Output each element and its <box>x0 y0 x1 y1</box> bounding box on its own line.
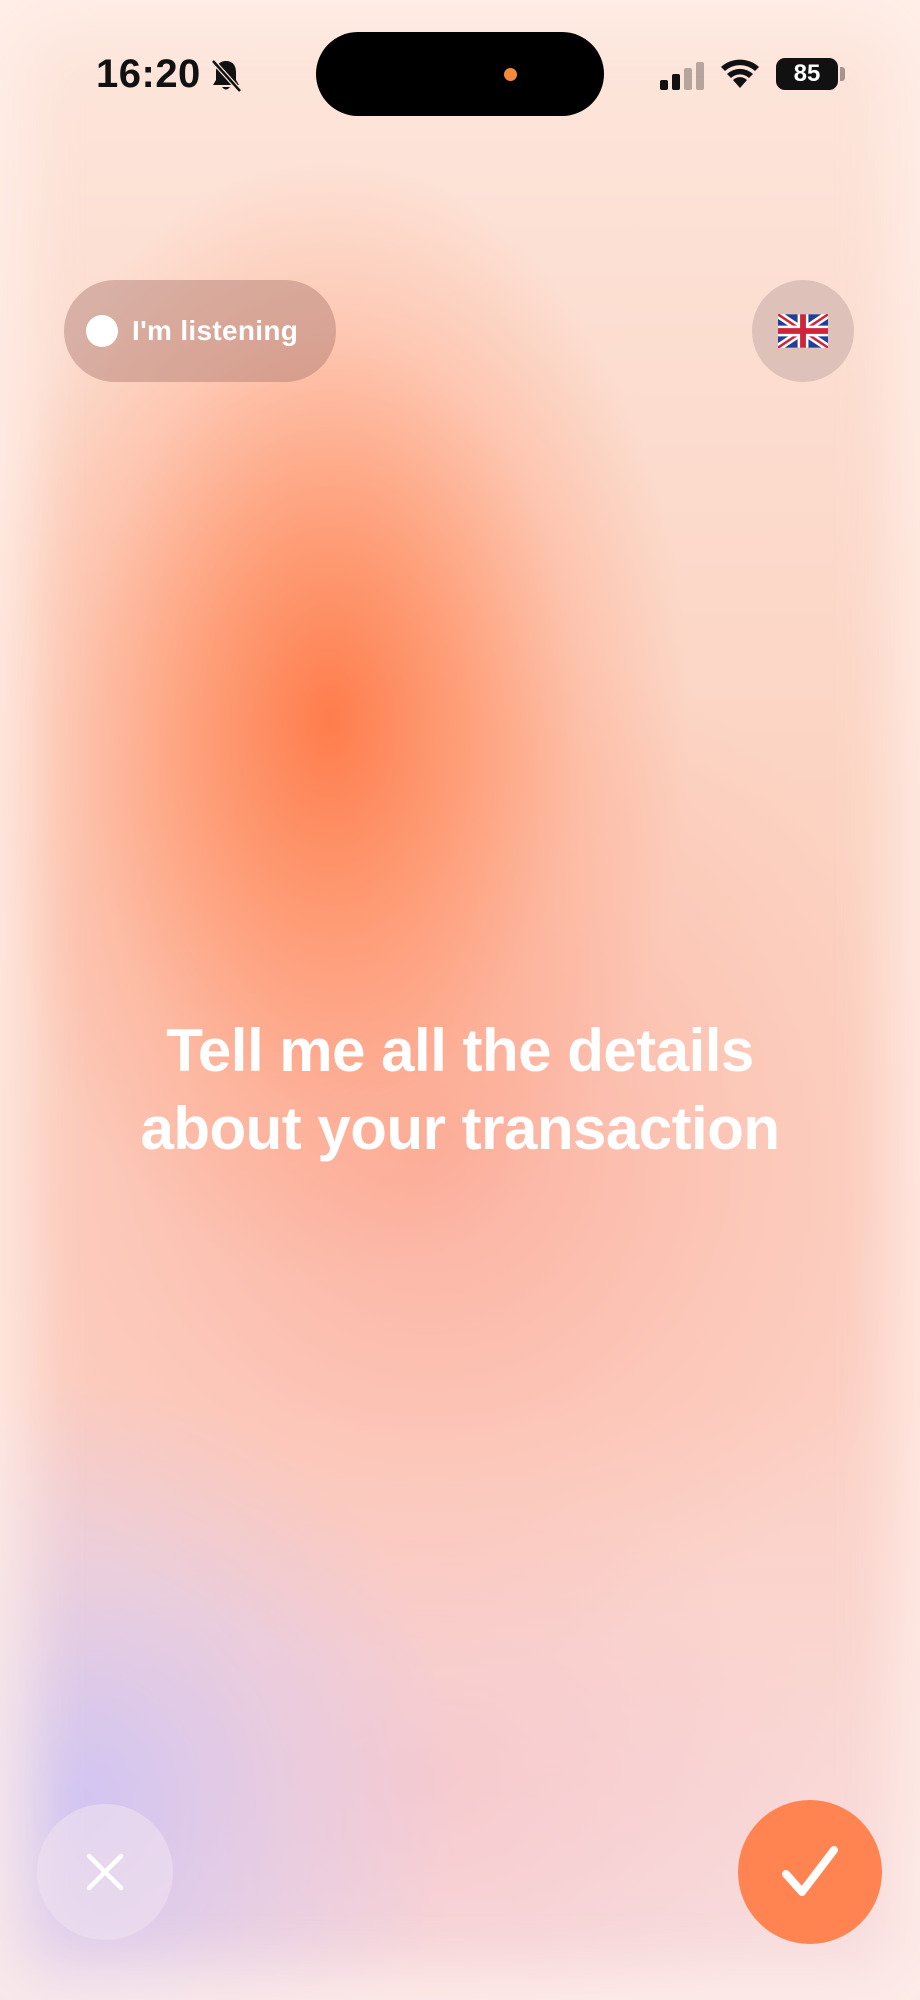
wifi-icon <box>721 59 759 88</box>
battery-icon: 85 <box>776 58 838 90</box>
language-button[interactable] <box>752 280 854 382</box>
cellular-signal-icon <box>660 62 704 90</box>
voice-input-screen: 16:20 85 I'm listening Tell me all the d… <box>0 0 920 2000</box>
battery-level: 85 <box>793 60 821 87</box>
listening-dot-icon <box>86 315 118 347</box>
camera-indicator-dot <box>504 68 517 81</box>
prompt-line-1: Tell me all the details <box>166 1017 754 1084</box>
listening-indicator[interactable]: I'm listening <box>64 280 336 382</box>
listening-label: I'm listening <box>132 315 299 346</box>
checkmark-icon <box>782 1846 838 1896</box>
status-time: 16:20 <box>96 52 201 96</box>
battery-cap <box>840 67 845 81</box>
prompt-line-2: about your transaction <box>140 1095 780 1162</box>
cancel-button[interactable] <box>37 1804 173 1940</box>
confirm-button[interactable] <box>738 1800 882 1944</box>
bell-slash-icon <box>211 59 242 93</box>
status-bar: 16:20 85 <box>0 0 920 150</box>
close-icon <box>86 1853 124 1891</box>
dynamic-island <box>316 32 604 116</box>
uk-flag-icon <box>778 314 828 348</box>
prompt-text: Tell me all the details about your trans… <box>60 1012 860 1168</box>
